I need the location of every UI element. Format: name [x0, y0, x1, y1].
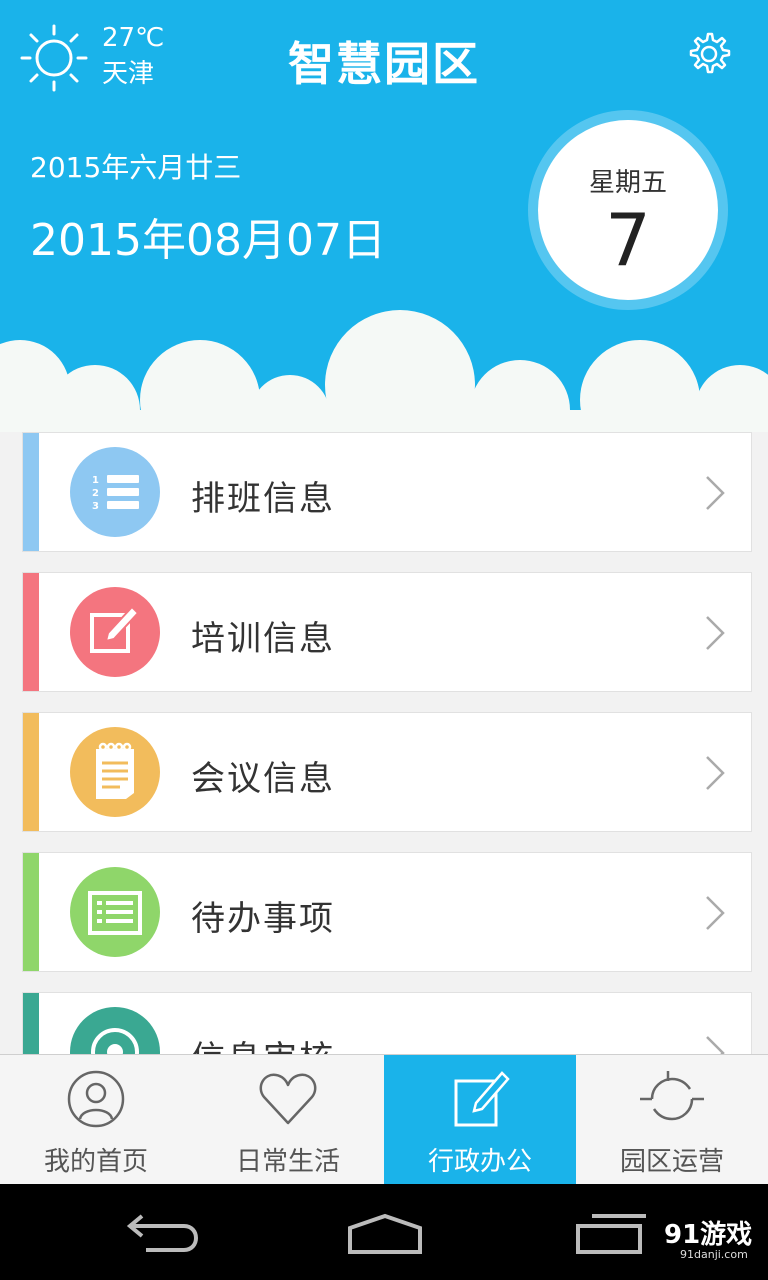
tab-admin-office[interactable]: 行政办公 [384, 1055, 576, 1185]
accent-bar [23, 993, 39, 1054]
recent-apps-icon[interactable] [570, 1206, 660, 1260]
svg-text:2: 2 [92, 488, 99, 499]
notepad-icon [70, 727, 160, 817]
tab-label: 日常生活 [235, 1147, 340, 1177]
review-icon [70, 1007, 160, 1054]
chevron-right-icon [706, 616, 725, 650]
menu-item-review[interactable]: 信息审核 [22, 992, 752, 1054]
edit-pencil-icon [70, 587, 160, 677]
bottom-tab-bar: 我的首页 日常生活 行政办公 园区运营 [0, 1054, 768, 1185]
user-avatar-icon [67, 1070, 125, 1128]
tab-home[interactable]: 我的首页 [0, 1055, 192, 1185]
menu-item-meeting[interactable]: 会议信息 [22, 712, 752, 832]
todo-list-icon [70, 867, 160, 957]
svg-text:1: 1 [92, 475, 99, 486]
tab-park-operation[interactable]: 园区运营 [576, 1055, 768, 1185]
menu-item-todo[interactable]: 待办事项 [22, 852, 752, 972]
back-icon[interactable] [118, 1206, 208, 1260]
tab-label: 园区运营 [619, 1147, 724, 1177]
chevron-right-icon [706, 896, 725, 930]
accent-bar [23, 573, 39, 691]
menu-list: 1 2 3 排班信息 培训信息 会议信息 待办事项 [0, 432, 768, 1054]
chevron-right-icon [706, 476, 725, 510]
menu-item-label: 培训信息 [191, 619, 335, 659]
chevron-right-icon [706, 756, 725, 790]
tab-label: 行政办公 [427, 1147, 532, 1177]
menu-item-training[interactable]: 培训信息 [22, 572, 752, 692]
svg-text:3: 3 [92, 501, 99, 512]
accent-bar [23, 713, 39, 831]
menu-item-label: 待办事项 [191, 899, 335, 939]
app-title: 智慧园区 [288, 37, 480, 91]
watermark-brand: 91游戏 [664, 1220, 753, 1250]
menu-item-label: 会议信息 [191, 759, 335, 799]
tab-label: 我的首页 [43, 1147, 148, 1177]
system-nav-bar: 91游戏 91danji.com [0, 1184, 768, 1280]
menu-item-schedule[interactable]: 1 2 3 排班信息 [22, 432, 752, 552]
accent-bar [23, 853, 39, 971]
cycle-icon [640, 1071, 704, 1121]
tab-daily-life[interactable]: 日常生活 [192, 1055, 384, 1185]
watermark-site: 91danji.com [680, 1248, 748, 1261]
heart-icon [259, 1073, 317, 1125]
top-bar: 27℃ 天津 智慧园区 [0, 0, 768, 110]
gear-icon[interactable] [684, 30, 732, 78]
chevron-right-icon [706, 1036, 725, 1054]
numbered-list-icon: 1 2 3 [70, 447, 160, 537]
home-icon[interactable] [340, 1206, 430, 1260]
accent-bar [23, 433, 39, 551]
menu-item-label: 排班信息 [191, 479, 335, 519]
cloud-decoration [0, 310, 768, 432]
edit-box-icon [454, 1071, 510, 1127]
menu-item-label: 信息审核 [191, 1031, 335, 1054]
date-banner: 2015年六月廿三 2015年08月07日 星期五 7 [0, 110, 768, 432]
